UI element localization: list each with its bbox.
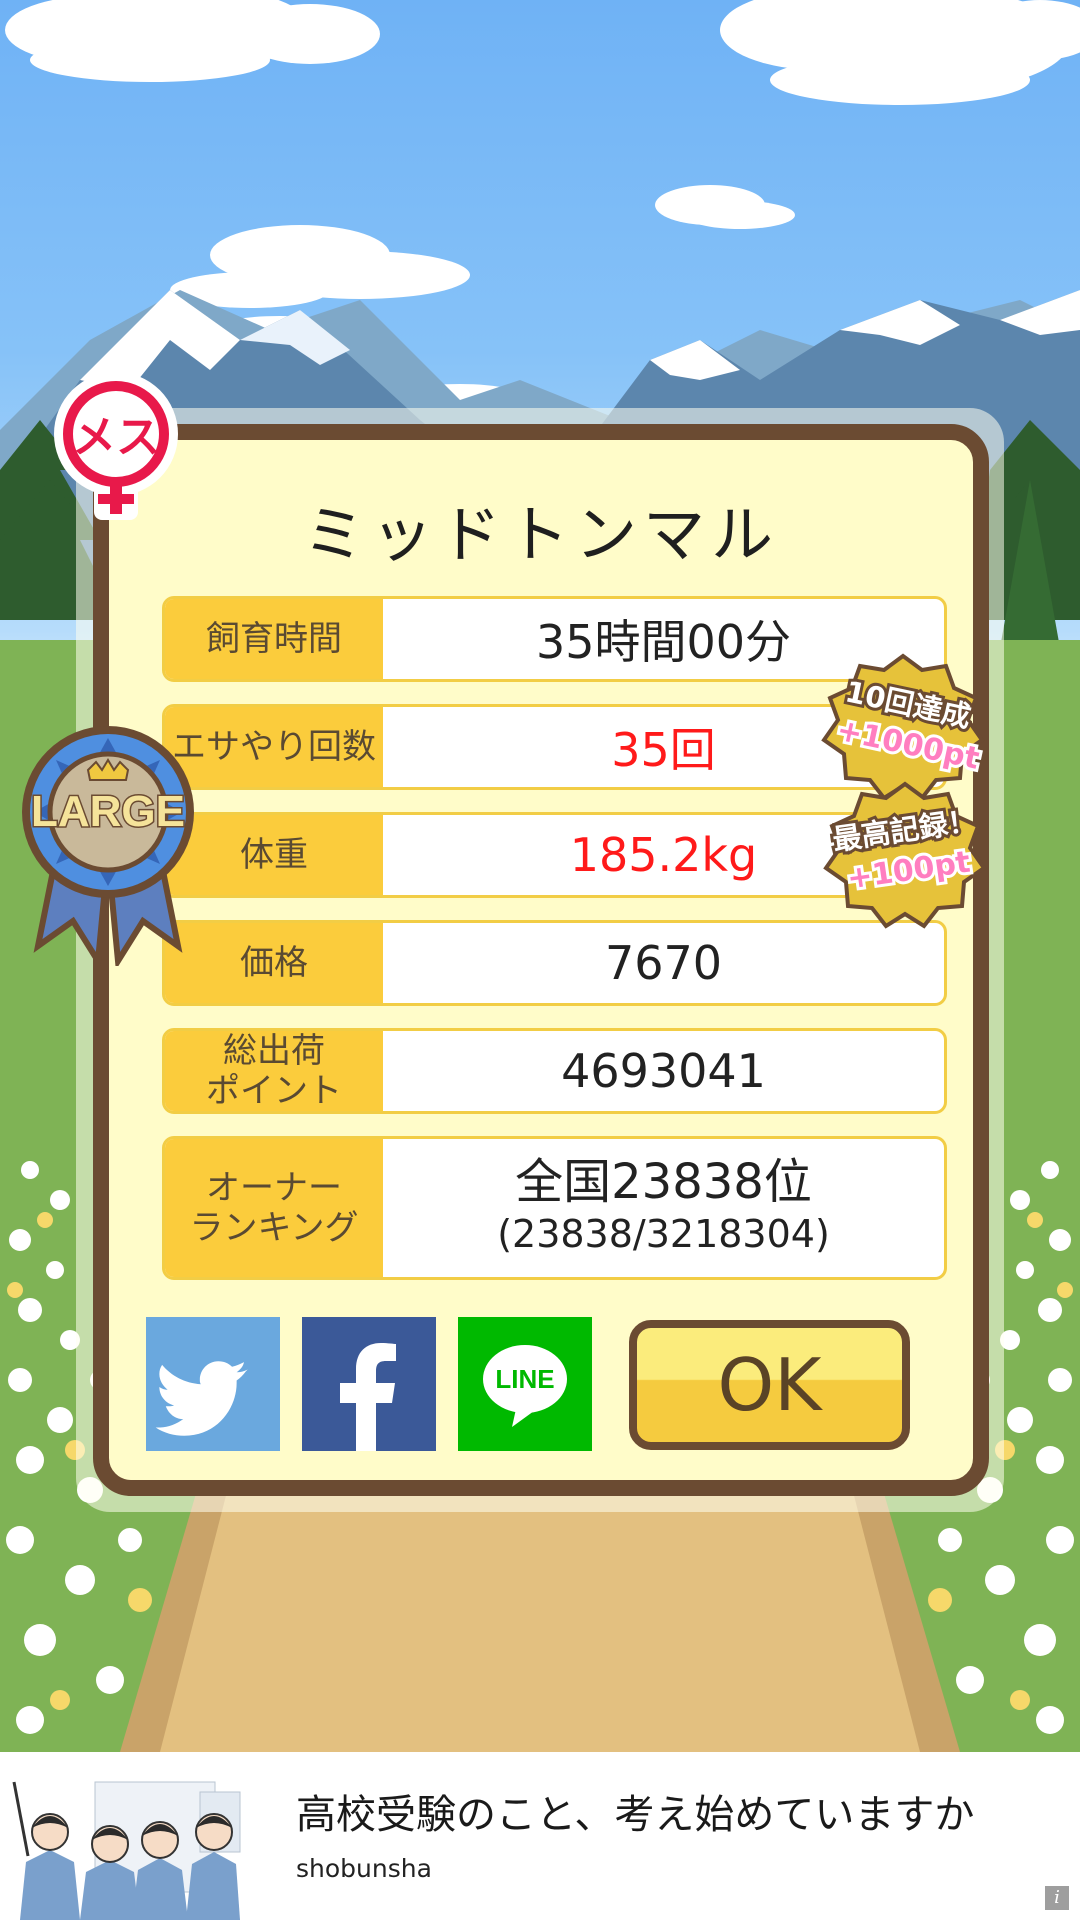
- stat-label: 飼育時間: [165, 599, 383, 679]
- line-share-button[interactable]: LINE: [458, 1317, 592, 1451]
- line-icon-label: LINE: [495, 1364, 554, 1394]
- animal-name-title: ミッドトンマル: [302, 498, 779, 571]
- result-card: ミッドトンマル 飼育時間 35時間00分 エサやり回数 35回 体重 185.2…: [93, 424, 989, 1496]
- stat-value: 4693041: [561, 1044, 766, 1098]
- ranking-label-line1: オーナー: [205, 1168, 342, 1208]
- stat-value: 7670: [604, 936, 723, 990]
- ad-banner[interactable]: 高校受験のこと、考え始めていますか shobunsha: [0, 1752, 1080, 1920]
- ranking-rank: 全国23838位: [515, 1154, 812, 1210]
- ranking-label-line2: ランキング: [189, 1208, 359, 1248]
- stat-row-price: 価格 7670: [162, 920, 947, 1006]
- twitter-share-button[interactable]: [146, 1317, 280, 1451]
- ranking-value: 全国23838位 (23838/3218304): [383, 1139, 944, 1277]
- large-ribbon-icon: LARGE: [22, 726, 194, 966]
- stat-label: オーナー ランキング: [165, 1139, 383, 1277]
- ranking-detail: (23838/3218304): [497, 1212, 830, 1256]
- bonus-badge-record: 最高記録！ +100pt: [823, 781, 987, 929]
- stat-label: 総出荷 ポイント: [165, 1031, 383, 1111]
- stat-row-owner-ranking: オーナー ランキング 全国23838位 (23838/3218304): [162, 1136, 947, 1280]
- ad-illustration: [0, 1752, 260, 1920]
- stat-label-line2: ポイント: [206, 1071, 342, 1111]
- gender-label: メス: [72, 412, 160, 463]
- ad-advertiser[interactable]: shobunsha: [296, 1854, 432, 1883]
- ad-title[interactable]: 高校受験のこと、考え始めていますか: [296, 1782, 974, 1840]
- stat-label-line1: 総出荷: [223, 1031, 325, 1071]
- ad-info-icon[interactable]: i: [1045, 1886, 1069, 1910]
- twitter-bird-icon: [155, 1361, 248, 1436]
- stat-row-total-points: 総出荷 ポイント 4693041: [162, 1028, 947, 1114]
- female-icon: メス: [54, 372, 178, 520]
- facebook-share-button[interactable]: [302, 1317, 436, 1451]
- ok-button[interactable]: OK: [629, 1320, 910, 1450]
- line-icon: LINE: [483, 1345, 567, 1427]
- facebook-f-icon: [340, 1343, 396, 1451]
- large-ribbon-label: LARGE: [31, 787, 185, 836]
